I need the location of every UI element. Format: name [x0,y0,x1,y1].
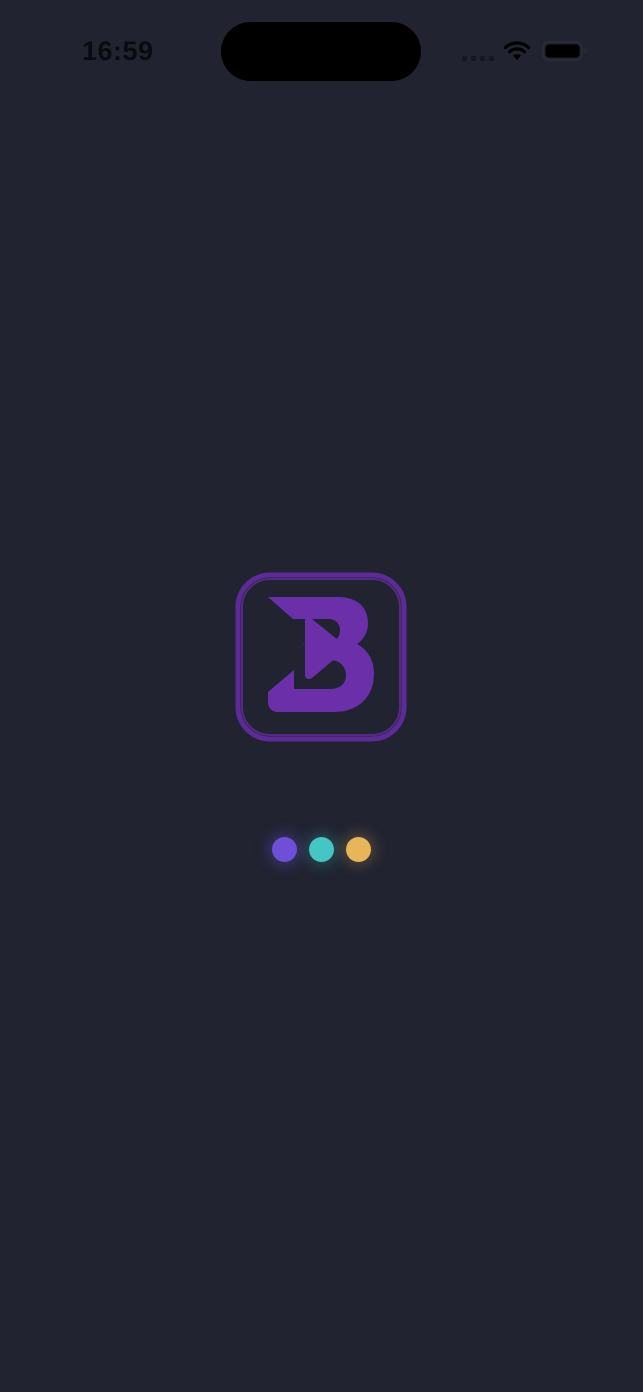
wifi-icon [503,41,531,60]
app-logo [235,572,407,742]
status-time: 16:59 [82,36,154,66]
cellular-signal-icon [462,56,494,61]
loading-dot-teal [309,837,334,862]
loading-indicator [268,830,378,868]
dynamic-island [221,22,421,81]
battery-icon [542,41,587,61]
loading-dot-purple [272,837,297,862]
loading-dot-yellow [346,837,371,862]
splash-screen: 16:59 [0,0,643,1392]
status-bar: 16:59 [0,0,643,100]
